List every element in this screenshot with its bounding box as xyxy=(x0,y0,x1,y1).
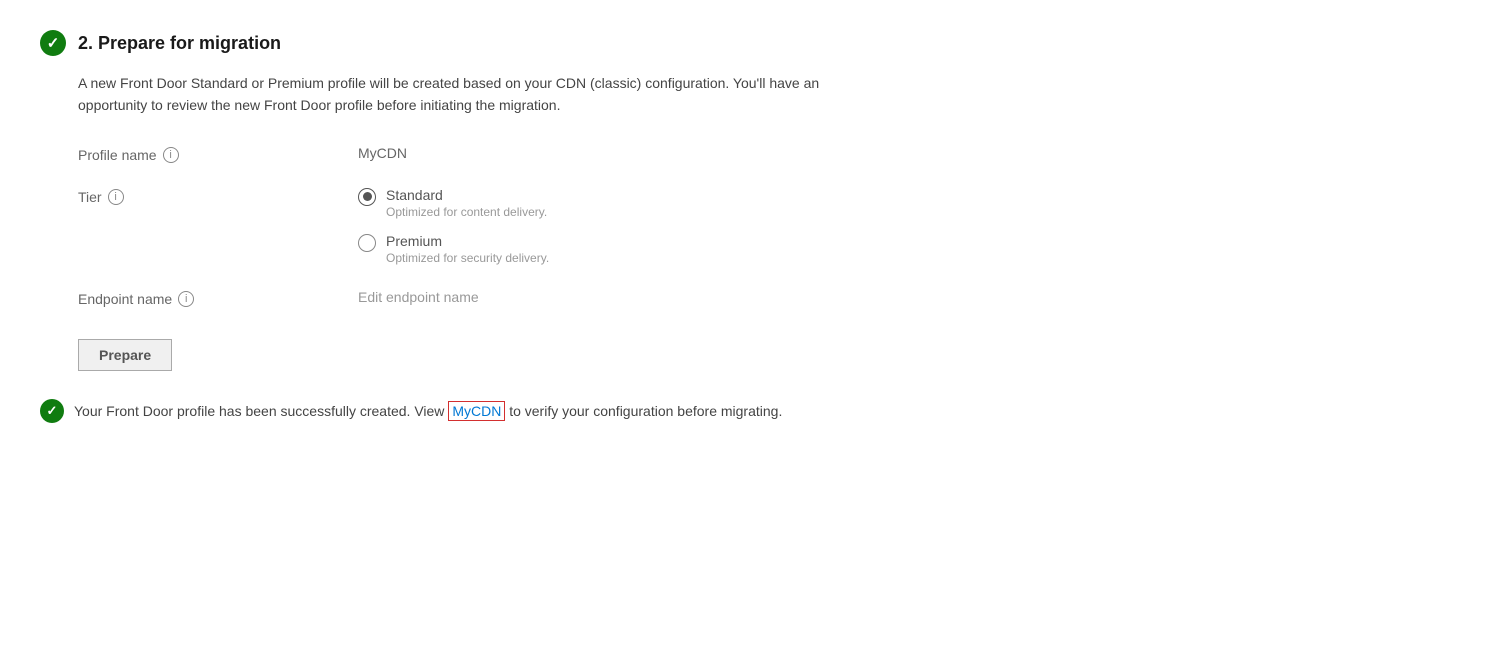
section-header: 2. Prepare for migration xyxy=(40,30,1460,56)
tier-radio-standard-inner xyxy=(363,192,372,201)
success-check-icon xyxy=(40,399,64,423)
profile-name-info-icon[interactable]: i xyxy=(163,147,179,163)
profile-name-value: MyCDN xyxy=(358,145,407,161)
success-text: Your Front Door profile has been success… xyxy=(74,403,782,419)
tier-standard-label: Standard Optimized for content delivery. xyxy=(386,187,547,219)
endpoint-name-value[interactable]: Edit endpoint name xyxy=(358,289,479,305)
tier-premium-name: Premium xyxy=(386,233,549,249)
tier-radio-premium[interactable] xyxy=(358,234,376,252)
tier-info-icon[interactable]: i xyxy=(108,189,124,205)
tier-premium-label: Premium Optimized for security delivery. xyxy=(386,233,549,265)
endpoint-name-label: Endpoint name i xyxy=(78,289,358,307)
tier-standard-name: Standard xyxy=(386,187,547,203)
form-area: Profile name i MyCDN Tier i Standard O xyxy=(78,145,1460,399)
completed-check-icon xyxy=(40,30,66,56)
section-title: 2. Prepare for migration xyxy=(78,33,281,54)
tier-option-premium[interactable]: Premium Optimized for security delivery. xyxy=(358,233,549,265)
prepare-button[interactable]: Prepare xyxy=(78,339,172,371)
tier-radio-standard[interactable] xyxy=(358,188,376,206)
tier-options: Standard Optimized for content delivery.… xyxy=(358,187,549,265)
profile-name-label: Profile name i xyxy=(78,145,358,163)
success-message-row: Your Front Door profile has been success… xyxy=(40,399,1460,423)
tier-option-standard[interactable]: Standard Optimized for content delivery. xyxy=(358,187,549,219)
tier-row: Tier i Standard Optimized for content de… xyxy=(78,187,1460,265)
endpoint-name-info-icon[interactable]: i xyxy=(178,291,194,307)
section-container: 2. Prepare for migration A new Front Doo… xyxy=(40,30,1460,423)
tier-label: Tier i xyxy=(78,187,358,205)
mycdn-link[interactable]: MyCDN xyxy=(448,401,505,421)
profile-name-row: Profile name i MyCDN xyxy=(78,145,1460,163)
endpoint-name-row: Endpoint name i Edit endpoint name xyxy=(78,289,1460,307)
tier-standard-desc: Optimized for content delivery. xyxy=(386,205,547,219)
section-description: A new Front Door Standard or Premium pro… xyxy=(78,72,978,117)
tier-premium-desc: Optimized for security delivery. xyxy=(386,251,549,265)
